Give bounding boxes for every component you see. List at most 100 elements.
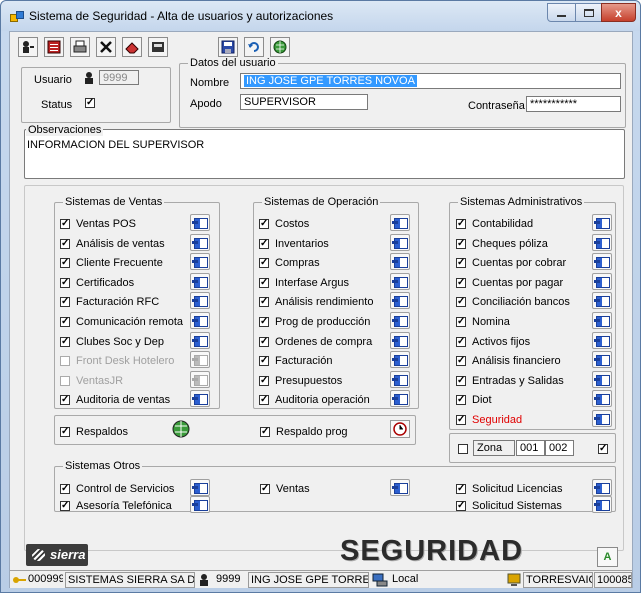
conciliacion-bancos-checkbox[interactable]: ✓ (456, 297, 466, 308)
ordenes-de-compra-detail-button[interactable] (390, 331, 410, 349)
respaldos-checkbox[interactable]: ✓ (60, 427, 70, 437)
costos-checkbox[interactable]: ✓ (259, 219, 269, 229)
analisis-rendimiento-checkbox[interactable]: ✓ (259, 297, 269, 308)
calc-icon[interactable] (148, 37, 168, 57)
contabilidad-checkbox[interactable]: ✓ (456, 219, 466, 229)
respaldo-prog-checkbox[interactable]: ✓ (260, 427, 270, 437)
facturacion-rfc-checkbox[interactable]: ✓ (60, 297, 70, 308)
control-de-servicios-checkbox[interactable]: ✓ (60, 484, 70, 494)
cuentas-por-cobrar-checkbox[interactable]: ✓ (456, 258, 466, 269)
nombre-input[interactable]: ING JOSE GPE TORRES NOVOA (240, 73, 621, 89)
a-button[interactable]: A (597, 547, 618, 567)
conciliacion-bancos-detail-button[interactable] (592, 292, 612, 310)
prog-de-produccion-detail-button[interactable] (390, 312, 410, 329)
presupuestos-detail-button[interactable] (390, 370, 410, 388)
facturacion-detail-button[interactable] (390, 351, 410, 369)
ventas-detail-button[interactable] (390, 479, 410, 496)
zona-left-checkbox[interactable] (458, 444, 468, 454)
analisis-financiero-checkbox[interactable]: ✓ (456, 356, 466, 367)
ventas-pos-detail-button[interactable] (190, 214, 210, 231)
comunicacion-remota-detail-button[interactable] (190, 312, 210, 329)
seguridad-detail-button[interactable] (592, 410, 612, 427)
compras-checkbox[interactable]: ✓ (259, 258, 269, 269)
activos-fijos-checkbox[interactable]: ✓ (456, 336, 466, 347)
activos-fijos-detail-button[interactable] (592, 331, 612, 349)
contrasena-input[interactable]: *********** (526, 96, 621, 112)
facturacion-rfc-detail-button[interactable] (190, 292, 210, 310)
solicitud-licencias-detail-button[interactable] (592, 479, 612, 496)
front-desk-hotelero-checkbox[interactable] (60, 356, 70, 367)
save-icon[interactable] (218, 37, 238, 57)
ventas-pos-checkbox[interactable]: ✓ (60, 219, 70, 229)
comunicacion-remota-checkbox[interactable]: ✓ (60, 317, 70, 327)
eraser-icon[interactable] (122, 37, 142, 57)
observaciones-group[interactable]: Observaciones (24, 124, 625, 179)
costos-detail-button[interactable] (390, 214, 410, 231)
analisis-rendimiento-detail-button[interactable] (390, 292, 410, 310)
solicitud-sistemas-checkbox[interactable]: ✓ (456, 501, 466, 511)
minimize-button[interactable] (547, 3, 576, 22)
globe-button[interactable] (172, 420, 192, 438)
user-key-icon[interactable] (18, 37, 38, 57)
cliente-frecuente-detail-button[interactable] (190, 253, 210, 271)
usuario-id-field[interactable]: 9999 (99, 70, 139, 85)
ventas-checkbox[interactable]: ✓ (260, 484, 270, 494)
entradas-y-salidas-checkbox[interactable]: ✓ (456, 375, 466, 386)
solicitud-licencias-checkbox[interactable]: ✓ (456, 484, 466, 494)
zona-from-input[interactable]: 001 (516, 440, 545, 456)
solicitud-sistemas-detail-button[interactable] (592, 496, 612, 513)
inventarios-checkbox[interactable]: ✓ (259, 238, 269, 249)
zona-right-checkbox[interactable]: ✓ (598, 444, 608, 454)
nomina-detail-button[interactable] (592, 312, 612, 329)
interfase-argus-detail-button[interactable] (390, 272, 410, 290)
clock-button[interactable] (390, 420, 410, 438)
ventasjr-detail-button[interactable] (190, 370, 210, 388)
compras-detail-button[interactable] (390, 253, 410, 271)
cuentas-por-pagar-detail-button[interactable] (592, 272, 612, 290)
contabilidad-detail-button[interactable] (592, 214, 612, 231)
inventarios-detail-button[interactable] (390, 233, 410, 251)
clubes-soc-y-dep-checkbox[interactable]: ✓ (60, 336, 70, 347)
seguridad-checkbox[interactable]: ✓ (456, 415, 466, 425)
apodo-input[interactable]: SUPERVISOR (240, 94, 368, 110)
analisis-de-ventas-detail-button[interactable] (190, 233, 210, 251)
print-icon[interactable] (70, 37, 90, 57)
prog-de-produccion-checkbox[interactable]: ✓ (259, 317, 269, 327)
ordenes-de-compra-checkbox[interactable]: ✓ (259, 336, 269, 347)
title-bar[interactable]: Sistema de Seguridad - Alta de usuarios … (1, 1, 640, 31)
control-de-servicios-detail-button[interactable] (190, 479, 210, 496)
nomina-checkbox[interactable]: ✓ (456, 317, 466, 327)
globe-icon[interactable] (270, 37, 290, 57)
asesoria-telefonica-checkbox[interactable]: ✓ (60, 501, 70, 511)
auditoria-operacion-detail-button[interactable] (390, 390, 410, 408)
zona-to-input[interactable]: 002 (545, 440, 574, 456)
interfase-argus-checkbox[interactable]: ✓ (259, 277, 269, 288)
cuentas-por-cobrar-detail-button[interactable] (592, 253, 612, 271)
cliente-frecuente-checkbox[interactable]: ✓ (60, 258, 70, 269)
close-button[interactable]: x (601, 3, 636, 22)
maximize-button[interactable] (575, 3, 602, 22)
diot-checkbox[interactable]: ✓ (456, 395, 466, 406)
front-desk-hotelero-detail-button[interactable] (190, 351, 210, 369)
auditoria-de-ventas-checkbox[interactable]: ✓ (60, 395, 70, 406)
certificados-checkbox[interactable]: ✓ (60, 277, 70, 288)
cuentas-por-pagar-checkbox[interactable]: ✓ (456, 277, 466, 288)
delete-icon[interactable] (96, 37, 116, 57)
asesoria-telefonica-detail-button[interactable] (190, 496, 210, 513)
analisis-de-ventas-checkbox[interactable]: ✓ (60, 238, 70, 249)
cheques-poliza-detail-button[interactable] (592, 233, 612, 251)
clubes-soc-y-dep-detail-button[interactable] (190, 331, 210, 349)
cheques-poliza-checkbox[interactable]: ✓ (456, 238, 466, 249)
undo-icon[interactable] (244, 37, 264, 57)
entradas-y-salidas-detail-button[interactable] (592, 370, 612, 388)
auditoria-de-ventas-detail-button[interactable] (190, 390, 210, 408)
list-icon[interactable] (44, 37, 64, 57)
status-checkbox[interactable]: ✓ (85, 98, 95, 108)
facturacion-checkbox[interactable]: ✓ (259, 356, 269, 367)
auditoria-operacion-checkbox[interactable]: ✓ (259, 395, 269, 406)
ventasjr-checkbox[interactable] (60, 375, 70, 386)
certificados-detail-button[interactable] (190, 272, 210, 290)
analisis-financiero-detail-button[interactable] (592, 351, 612, 369)
diot-detail-button[interactable] (592, 390, 612, 408)
presupuestos-checkbox[interactable]: ✓ (259, 375, 269, 386)
